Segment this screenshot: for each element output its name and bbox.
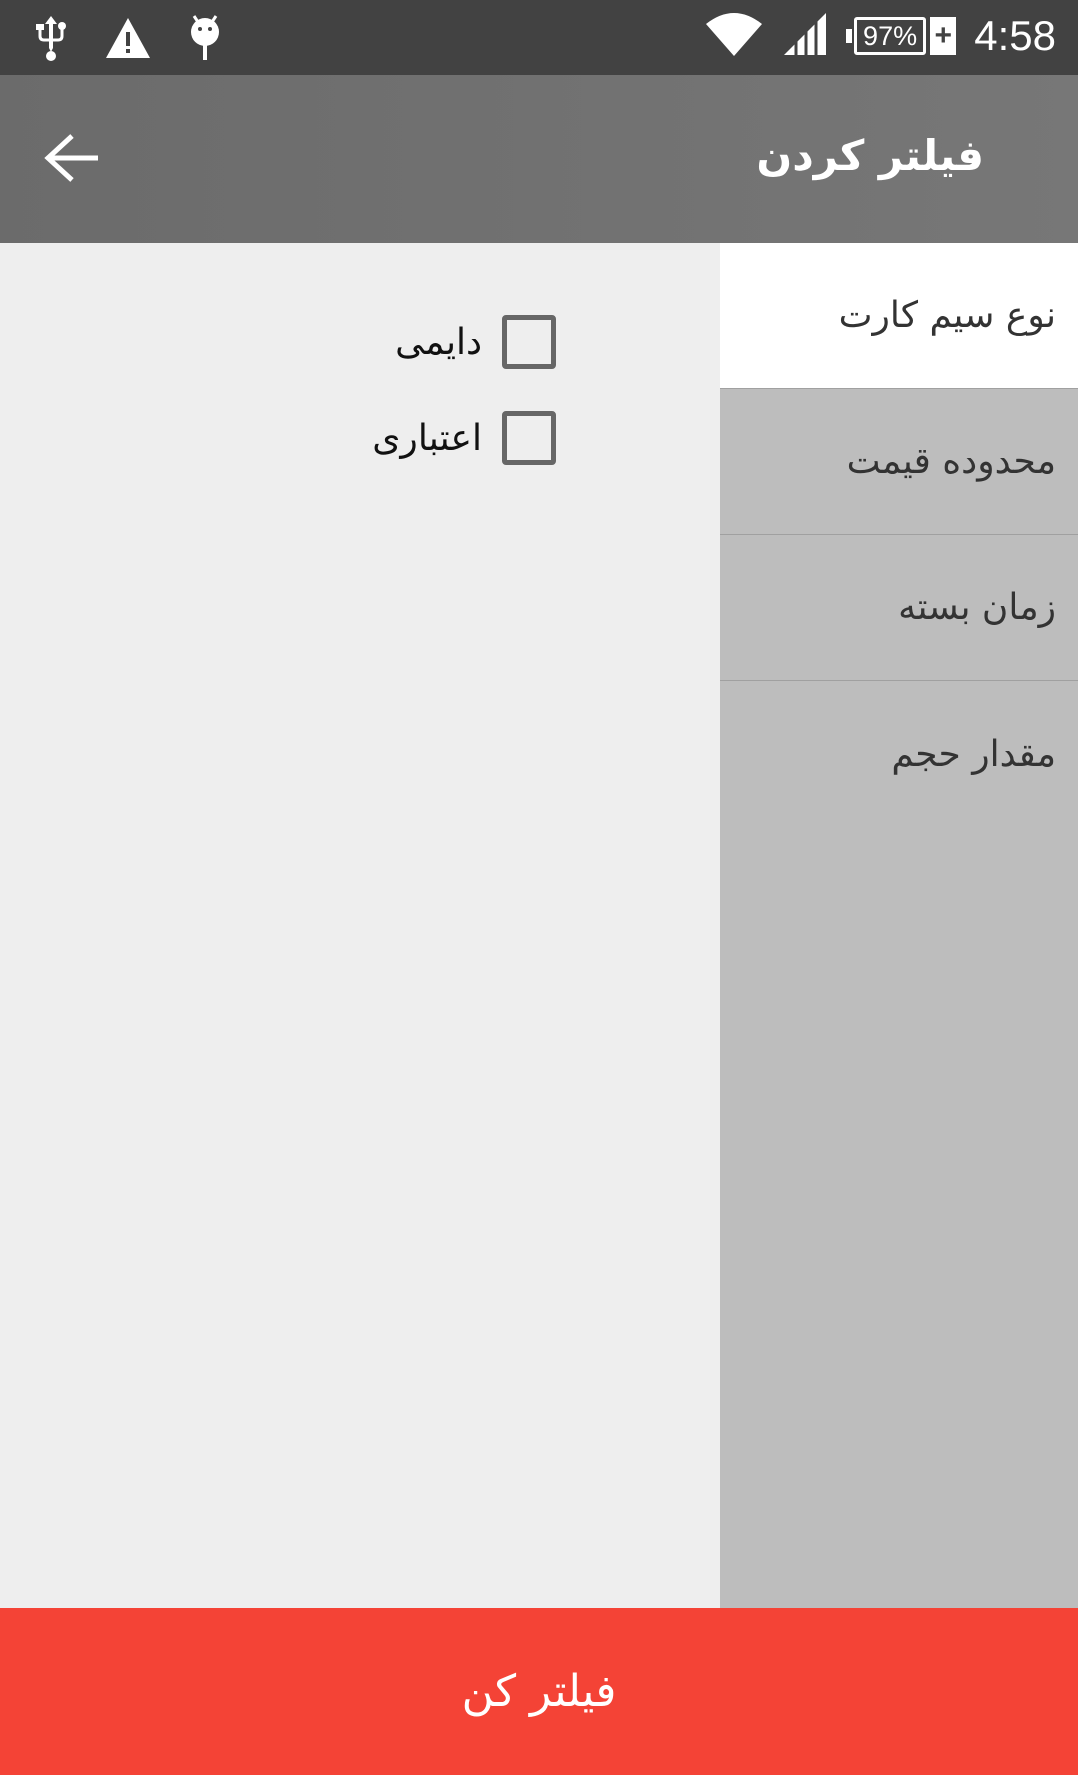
battery-icon: 97% + bbox=[846, 16, 957, 56]
usb-icon bbox=[34, 14, 68, 66]
apply-filter-button[interactable]: فیلتر کن bbox=[0, 1608, 1078, 1775]
options-panel: دایمی اعتباری bbox=[0, 243, 720, 1608]
page-title: فیلتر کردن bbox=[756, 131, 984, 180]
option-permanent[interactable]: دایمی bbox=[395, 312, 556, 372]
option-label-prepaid: اعتباری bbox=[372, 417, 482, 459]
checkbox-permanent[interactable] bbox=[502, 315, 556, 369]
system-icons: 97% + 4:58 bbox=[704, 10, 1056, 62]
notification-icons bbox=[34, 14, 222, 66]
battery-level: 97% bbox=[853, 17, 927, 55]
arrow-back-icon bbox=[44, 133, 100, 187]
option-label-permanent: دایمی bbox=[395, 321, 482, 363]
tab-volume[interactable]: مقدار حجم bbox=[720, 681, 1078, 827]
charging-icon: + bbox=[930, 17, 957, 55]
battery-nub bbox=[846, 29, 852, 43]
wifi-icon bbox=[704, 10, 764, 62]
tab-price-range[interactable]: محدوده قیمت bbox=[720, 389, 1078, 535]
app-bar: فیلتر کردن bbox=[0, 75, 1078, 243]
tab-label: زمان بسته bbox=[898, 587, 1056, 628]
tab-sim-type[interactable]: نوع سیم کارت bbox=[720, 243, 1078, 389]
warning-icon bbox=[104, 16, 152, 64]
tab-package-time[interactable]: زمان بسته bbox=[720, 535, 1078, 681]
clock: 4:58 bbox=[974, 12, 1056, 59]
tab-label: مقدار حجم bbox=[891, 733, 1056, 775]
option-prepaid[interactable]: اعتباری bbox=[372, 408, 556, 468]
checkbox-prepaid[interactable] bbox=[502, 411, 556, 465]
tab-label: نوع سیم کارت bbox=[838, 295, 1056, 336]
back-button[interactable] bbox=[40, 128, 104, 192]
tab-label: محدوده قیمت bbox=[846, 441, 1056, 482]
filter-categories: نوع سیم کارت محدوده قیمت زمان بسته مقدار… bbox=[720, 243, 1078, 1608]
status-bar: 97% + 4:58 bbox=[0, 0, 1078, 75]
signal-icon bbox=[782, 11, 828, 61]
android-icon bbox=[188, 14, 222, 66]
